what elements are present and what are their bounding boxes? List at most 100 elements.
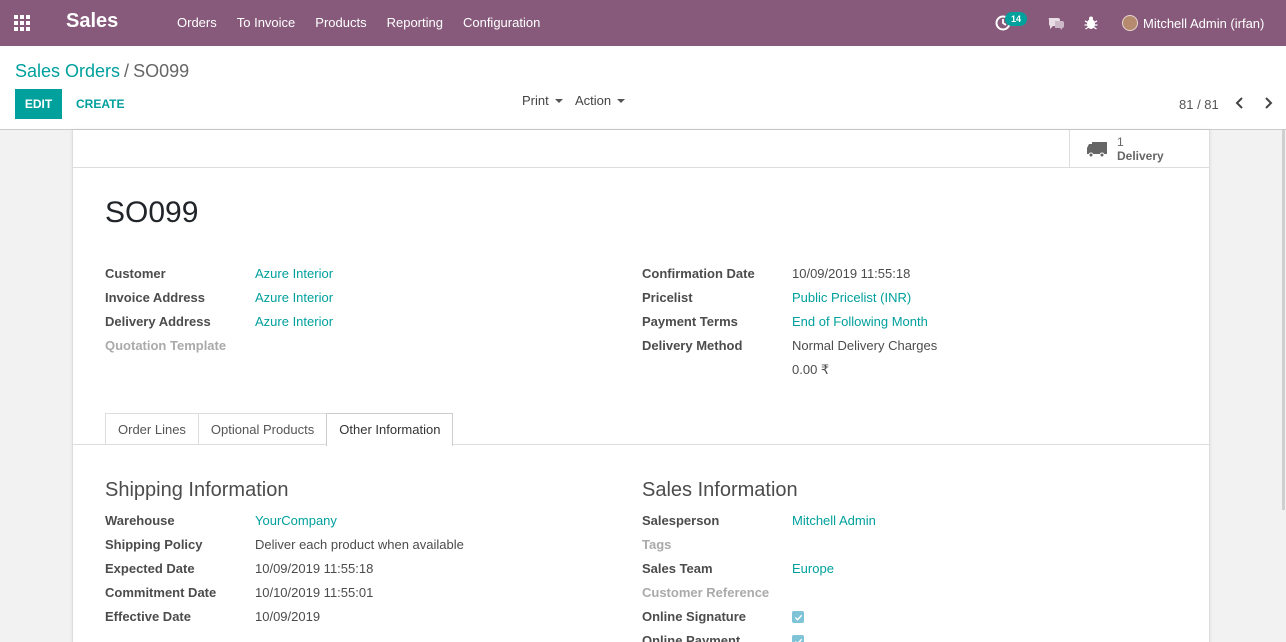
shipping-information-title: Shipping Information bbox=[105, 479, 289, 501]
shipping-policy-field: Shipping Policy Deliver each product whe… bbox=[105, 537, 464, 552]
caret-down-icon bbox=[617, 98, 626, 103]
field-label: Customer Reference bbox=[642, 585, 770, 600]
breadcrumb-separator: / bbox=[124, 61, 130, 81]
warehouse-field: Warehouse YourCompany bbox=[105, 513, 337, 528]
expected-date-field: Expected Date 10/09/2019 11:55:18 bbox=[105, 561, 373, 576]
activity-count-badge: 14 bbox=[1005, 12, 1028, 26]
delivery-method-field: Delivery Method Normal Delivery Charges bbox=[642, 338, 937, 353]
customer-link[interactable]: Azure Interior bbox=[255, 266, 333, 281]
confirmation-date-field: Confirmation Date 10/09/2019 11:55:18 bbox=[642, 266, 910, 281]
form-sheet: 1 Delivery SO099 Customer Azure Interior… bbox=[72, 130, 1210, 642]
user-name: Mitchell Admin (irfan) bbox=[1143, 15, 1265, 31]
field-label: Tags bbox=[642, 537, 672, 552]
pager-value[interactable]: 81 / 81 bbox=[1179, 97, 1219, 112]
invoice-address-field: Invoice Address Azure Interior bbox=[105, 290, 333, 305]
smart-button-box: 1 Delivery bbox=[73, 130, 1210, 168]
field-label: Delivery Method bbox=[642, 338, 743, 353]
payment-terms-field: Payment Terms End of Following Month bbox=[642, 314, 928, 329]
sales-information-title: Sales Information bbox=[642, 479, 798, 501]
field-label: Payment Terms bbox=[642, 314, 738, 329]
app-brand[interactable]: Sales bbox=[66, 10, 118, 33]
field-label: Effective Date bbox=[105, 609, 191, 624]
scrollbar-thumb[interactable] bbox=[1282, 130, 1285, 510]
truck-icon bbox=[1087, 141, 1107, 157]
delivery-address-field: Delivery Address Azure Interior bbox=[105, 314, 333, 329]
expected-date-value: 10/09/2019 11:55:18 bbox=[255, 561, 374, 576]
payment-terms-link[interactable]: End of Following Month bbox=[792, 314, 928, 329]
menu-item-reporting[interactable]: Reporting bbox=[377, 0, 453, 46]
pricelist-field: Pricelist Public Pricelist (INR) bbox=[642, 290, 911, 305]
pricelist-link[interactable]: Public Pricelist (INR) bbox=[792, 290, 911, 305]
debug-bug-icon[interactable] bbox=[1082, 14, 1100, 32]
delivery-address-link[interactable]: Azure Interior bbox=[255, 314, 333, 329]
field-label: Expected Date bbox=[105, 561, 195, 576]
salesperson-field: Salesperson Mitchell Admin bbox=[642, 513, 876, 528]
chat-icon[interactable] bbox=[1047, 14, 1065, 32]
tab-other-information[interactable]: Other Information bbox=[326, 413, 454, 446]
field-label: Delivery Address bbox=[105, 314, 211, 329]
notebook-tabs: Order Lines Optional Products Other Info… bbox=[105, 413, 454, 446]
delivery-price-value: 0.00 ₹ bbox=[792, 362, 830, 377]
chevron-right-icon[interactable] bbox=[1261, 96, 1275, 110]
tab-optional-products[interactable]: Optional Products bbox=[197, 413, 328, 445]
action-dropdown[interactable]: Action bbox=[575, 93, 626, 108]
delivery-count: 1 bbox=[1117, 134, 1124, 149]
field-label: Sales Team bbox=[642, 561, 713, 576]
action-label: Action bbox=[575, 93, 612, 108]
sales-team-field: Sales Team Europe bbox=[642, 561, 834, 576]
field-label: Commitment Date bbox=[105, 585, 217, 600]
tab-divider bbox=[73, 444, 1210, 445]
menu-item-configuration[interactable]: Configuration bbox=[453, 0, 550, 46]
field-label: Warehouse bbox=[105, 513, 175, 528]
online-signature-field: Online Signature bbox=[642, 609, 804, 624]
field-label: Invoice Address bbox=[105, 290, 205, 305]
salesperson-link[interactable]: Mitchell Admin bbox=[792, 513, 876, 528]
print-label: Print bbox=[522, 93, 549, 108]
online-signature-checkbox[interactable] bbox=[792, 611, 804, 623]
control-panel: Sales Orders / SO099 EDIT CREATE Print Act… bbox=[0, 46, 1286, 130]
delivery-label: Delivery bbox=[1117, 148, 1164, 163]
chevron-left-icon[interactable] bbox=[1233, 96, 1247, 110]
apps-menu-icon[interactable] bbox=[14, 15, 32, 31]
commitment-date-value: 10/10/2019 11:55:01 bbox=[255, 585, 374, 600]
checkmark-icon bbox=[794, 614, 802, 621]
breadcrumb-current: SO099 bbox=[133, 61, 190, 81]
effective-date-field: Effective Date 10/09/2019 bbox=[105, 609, 320, 624]
user-menu[interactable]: Mitchell Admin (irfan) bbox=[1122, 15, 1264, 31]
field-label: Quotation Template bbox=[105, 338, 227, 353]
checkmark-icon bbox=[794, 638, 802, 642]
quotation-template-field: Quotation Template bbox=[105, 338, 255, 353]
breadcrumb: Sales Orders / SO099 bbox=[15, 61, 189, 82]
field-label: Shipping Policy bbox=[105, 537, 203, 552]
invoice-address-link[interactable]: Azure Interior bbox=[255, 290, 333, 305]
shipping-policy-value: Deliver each product when available bbox=[255, 537, 464, 552]
tags-field: Tags bbox=[642, 537, 792, 552]
main-menu: Orders To Invoice Products Reporting Con… bbox=[167, 0, 550, 46]
delivery-method-value: Normal Delivery Charges bbox=[792, 338, 938, 353]
create-button[interactable]: CREATE bbox=[76, 97, 124, 111]
warehouse-link[interactable]: YourCompany bbox=[255, 513, 337, 528]
field-label: Pricelist bbox=[642, 290, 693, 305]
customer-field: Customer Azure Interior bbox=[105, 266, 333, 281]
menu-item-orders[interactable]: Orders bbox=[167, 0, 227, 46]
field-label: Online Signature bbox=[642, 609, 747, 624]
delivery-smart-button[interactable]: 1 Delivery bbox=[1069, 130, 1210, 167]
menu-item-products[interactable]: Products bbox=[305, 0, 376, 46]
caret-down-icon bbox=[554, 98, 563, 103]
avatar bbox=[1122, 15, 1138, 31]
top-navbar: Sales Orders To Invoice Products Reporti… bbox=[0, 0, 1286, 46]
breadcrumb-sales-orders[interactable]: Sales Orders bbox=[15, 61, 120, 81]
field-label: Customer bbox=[105, 266, 166, 281]
commitment-date-field: Commitment Date 10/10/2019 11:55:01 bbox=[105, 585, 373, 600]
sales-team-link[interactable]: Europe bbox=[792, 561, 834, 576]
confirmation-date-value: 10/09/2019 11:55:18 bbox=[792, 266, 911, 281]
menu-item-to-invoice[interactable]: To Invoice bbox=[227, 0, 306, 46]
effective-date-value: 10/09/2019 bbox=[255, 609, 321, 624]
delivery-price-field: 0.00 ₹ bbox=[792, 362, 829, 378]
tab-order-lines[interactable]: Order Lines bbox=[105, 413, 199, 445]
customer-reference-field: Customer Reference bbox=[642, 585, 792, 600]
print-dropdown[interactable]: Print bbox=[522, 93, 563, 108]
edit-button[interactable]: EDIT bbox=[15, 89, 62, 119]
online-payment-checkbox[interactable] bbox=[792, 635, 804, 642]
online-payment-field: Online Payment bbox=[642, 633, 804, 642]
